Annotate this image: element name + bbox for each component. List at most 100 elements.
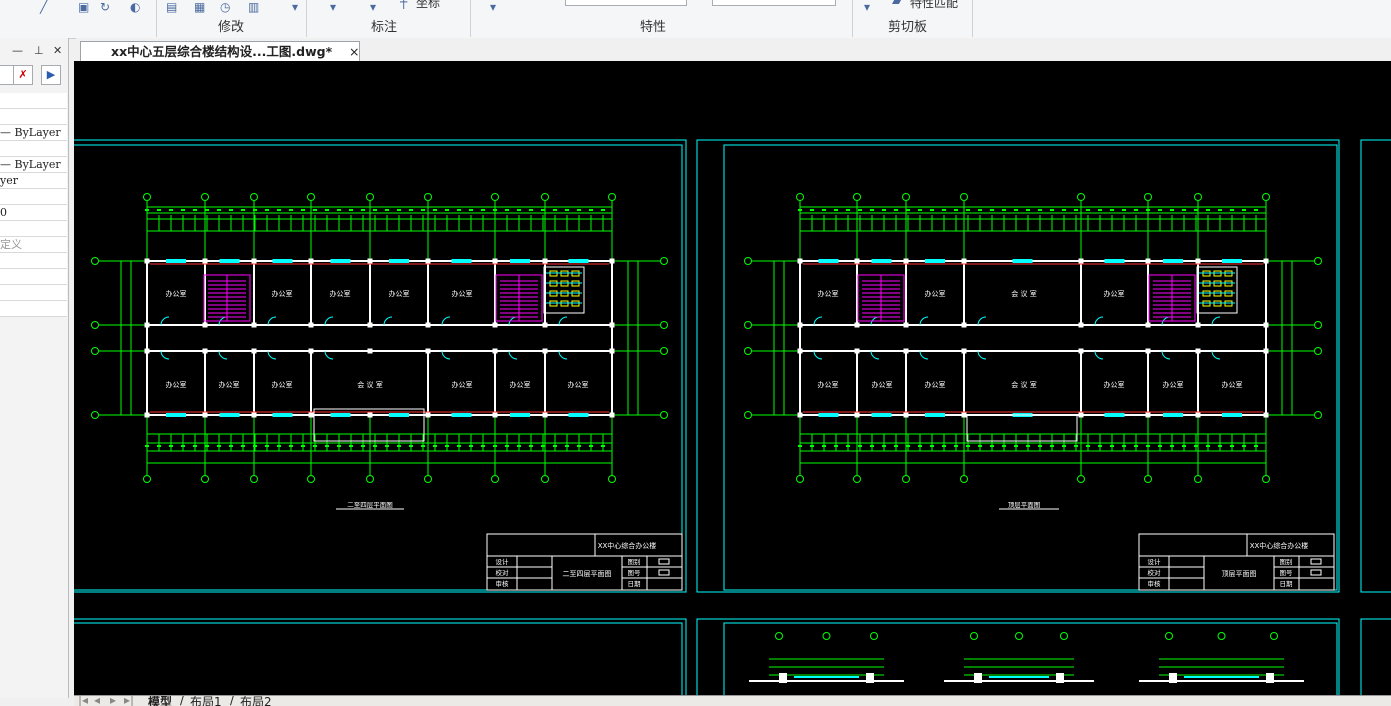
dropdown-icon[interactable]: ▾ <box>292 0 298 14</box>
dim-text <box>181 209 185 211</box>
match-properties-icon[interactable]: ▰ <box>892 0 901 8</box>
property-row[interactable] <box>0 93 67 109</box>
property-row[interactable]: 定义 <box>0 237 67 253</box>
sheet-frame-5 <box>696 618 1340 695</box>
dim-text <box>193 445 197 447</box>
dim-text <box>846 445 850 447</box>
dim-text <box>942 445 946 447</box>
property-row[interactable] <box>0 221 67 237</box>
property-row[interactable]: — ByLayer <box>0 157 67 173</box>
scale-icon[interactable]: ◐ <box>130 0 140 14</box>
dim-text <box>1230 445 1234 447</box>
pin-icon[interactable]: ⊥ <box>34 44 44 57</box>
door-swing <box>1094 316 1104 326</box>
dim-text <box>325 445 329 447</box>
property-row[interactable] <box>0 269 67 285</box>
property-row[interactable] <box>0 301 67 317</box>
coordinate-icon[interactable]: ┼ <box>400 0 407 9</box>
axis-bubble <box>1194 193 1202 201</box>
plan-title: 顶层平面图 <box>1008 501 1041 509</box>
property-row[interactable] <box>0 189 67 205</box>
room-label: 会 议 室 <box>357 380 382 389</box>
structural-column <box>425 322 431 328</box>
sheet-frame-2 <box>696 139 1340 593</box>
tab-layout2[interactable]: 布局2 <box>240 696 272 706</box>
dropdown-icon[interactable]: ▾ <box>864 0 870 14</box>
document-tab[interactable]: xx中心五层综合楼结构设...工图.dwg* × <box>80 41 360 61</box>
window <box>166 259 186 263</box>
window <box>166 413 186 417</box>
dim-text <box>1098 209 1102 211</box>
structural-column <box>492 258 498 264</box>
axis-bubble <box>1314 257 1322 265</box>
property-row[interactable] <box>0 109 67 125</box>
last-layout-icon[interactable]: ▸| <box>124 696 134 706</box>
prev-layout-icon[interactable]: ◂ <box>94 696 100 706</box>
window <box>568 259 589 263</box>
dim-text <box>1050 445 1054 447</box>
quick-select-icon[interactable]: ▶ <box>41 65 61 85</box>
dim-text <box>954 209 958 211</box>
structural-column <box>1145 348 1151 354</box>
coordinate-label[interactable]: 坐标 <box>416 0 440 11</box>
dim-text <box>1242 445 1246 447</box>
cad-drawing[interactable]: 办公室 办公室 办公室 办公室 办公室办公室 办公室 办公室会 议 室办公室 办公室 办公室二至… <box>74 61 1391 695</box>
structural-column <box>1145 412 1151 418</box>
property-row[interactable]: — ByLayer <box>0 125 67 141</box>
axis-bubble <box>307 475 315 483</box>
axis-bubble <box>1314 321 1322 329</box>
close-tab-icon[interactable]: × <box>349 42 359 61</box>
dim-text <box>373 445 377 447</box>
dropdown-icon[interactable]: ▾ <box>490 0 496 14</box>
layer-icon[interactable]: ▥ <box>248 0 259 14</box>
dim-text <box>409 445 413 447</box>
linetype-combo[interactable] <box>712 0 836 6</box>
text-icon[interactable]: ▤ <box>166 0 177 14</box>
copy-icon[interactable]: ▣ <box>78 0 89 14</box>
structural-column <box>1263 322 1269 328</box>
color-combo[interactable] <box>565 0 687 6</box>
palette-button[interactable] <box>0 65 14 85</box>
room-label: 办公室 <box>1163 380 1184 389</box>
structural-column <box>961 322 967 328</box>
dim-text <box>894 445 898 447</box>
property-row[interactable] <box>0 141 67 157</box>
dropdown-icon[interactable]: ▾ <box>370 0 376 14</box>
dim-text <box>541 445 545 447</box>
tab-layout1[interactable]: 布局1 <box>190 696 222 706</box>
property-row[interactable] <box>0 285 67 301</box>
structural-column <box>903 322 909 328</box>
rotate-icon[interactable]: ↻ <box>100 0 110 14</box>
dim-text <box>409 209 413 211</box>
dropdown-icon[interactable]: ▾ <box>330 0 336 14</box>
property-row[interactable] <box>0 253 67 269</box>
tab-model[interactable]: 模型 <box>148 696 172 706</box>
dim-text <box>181 445 185 447</box>
dim-text <box>1218 445 1222 447</box>
dim-text <box>397 445 401 447</box>
layout-tabs: |◂ ◂ ▸ ▸| 模型 / 布局1 / 布局2 <box>74 695 1391 706</box>
property-row[interactable]: 0 <box>0 205 67 221</box>
door-swing <box>324 350 334 360</box>
close-icon[interactable]: ✕ <box>53 44 62 57</box>
room-label: 办公室 <box>166 289 187 298</box>
first-layout-icon[interactable]: |◂ <box>78 696 88 706</box>
table-icon[interactable]: ▦ <box>194 0 205 14</box>
structural-column <box>903 412 909 418</box>
dim-text <box>858 209 862 211</box>
clear-selection-icon[interactable]: ✗ <box>13 65 33 85</box>
drawing-canvas[interactable]: 办公室 办公室 办公室 办公室 办公室 办公室 办公室 办公室会 议 室办公室 办公室 办公室 二至… <box>74 61 1391 695</box>
dim-text <box>822 209 826 211</box>
match-properties-label[interactable]: 特性匹配 <box>910 0 958 11</box>
pencil-icon[interactable]: ╱ <box>40 0 47 14</box>
dim-text <box>942 209 946 211</box>
plan-title: 二至四层平面图 <box>347 501 393 509</box>
property-row[interactable]: yer <box>0 173 67 189</box>
structural-column <box>854 322 860 328</box>
title-block-label: 设计 <box>496 557 510 566</box>
minimize-icon[interactable]: — <box>12 44 23 57</box>
dim-text <box>229 445 233 447</box>
next-layout-icon[interactable]: ▸ <box>110 696 116 706</box>
clock-icon[interactable]: ◷ <box>220 0 230 14</box>
dim-text <box>193 209 197 211</box>
